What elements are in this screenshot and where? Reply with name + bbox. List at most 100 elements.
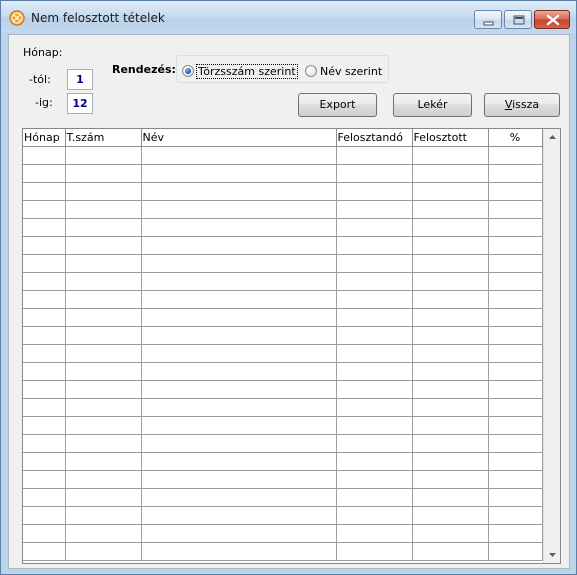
table-row[interactable] bbox=[23, 218, 543, 237]
table-cell bbox=[23, 290, 66, 309]
table-cell bbox=[23, 362, 66, 381]
table-cell bbox=[336, 524, 413, 543]
table-row[interactable] bbox=[23, 434, 543, 453]
table-cell bbox=[141, 398, 337, 417]
table-cell bbox=[23, 524, 66, 543]
table-cell bbox=[412, 146, 489, 165]
table-row[interactable] bbox=[23, 470, 543, 489]
scroll-down-icon[interactable] bbox=[544, 546, 561, 563]
table-row[interactable] bbox=[23, 326, 543, 345]
table-cell bbox=[336, 470, 413, 489]
close-button[interactable] bbox=[534, 10, 570, 29]
table-cell bbox=[65, 488, 142, 507]
vissza-button[interactable]: Vissza bbox=[484, 93, 560, 117]
table-cell bbox=[65, 146, 142, 165]
table-cell bbox=[412, 524, 489, 543]
minimize-button[interactable] bbox=[474, 10, 502, 29]
from-label: -tól: bbox=[29, 73, 51, 86]
table-cell bbox=[65, 200, 142, 219]
table-cell bbox=[412, 434, 489, 453]
title-bar[interactable]: Nem felosztott tételek bbox=[1, 1, 576, 33]
table-row[interactable] bbox=[23, 290, 543, 309]
table-cell bbox=[336, 272, 413, 291]
results-table[interactable]: Hónap T.szám Név Felosztandó Felosztott … bbox=[22, 128, 561, 564]
to-label: -ig: bbox=[35, 96, 53, 109]
from-month-input[interactable]: 1 bbox=[67, 69, 93, 90]
table-cell bbox=[141, 416, 337, 435]
table-cell bbox=[65, 272, 142, 291]
table-cell bbox=[23, 308, 66, 327]
table-cell bbox=[65, 308, 142, 327]
table-row[interactable] bbox=[23, 272, 543, 291]
table-row[interactable] bbox=[23, 344, 543, 363]
table-row[interactable] bbox=[23, 308, 543, 327]
table-cell bbox=[488, 254, 543, 273]
leker-button[interactable]: Lekér bbox=[393, 93, 472, 117]
table-cell bbox=[336, 164, 413, 183]
table-row[interactable] bbox=[23, 398, 543, 417]
table-cell bbox=[23, 146, 66, 165]
table-row[interactable] bbox=[23, 200, 543, 219]
table-cell bbox=[23, 452, 66, 471]
sort-by-id-radio[interactable]: Törzsszám szerint bbox=[182, 63, 298, 79]
table-cell bbox=[23, 326, 66, 345]
table-row[interactable] bbox=[23, 542, 543, 561]
table-cell bbox=[23, 470, 66, 489]
table-cell bbox=[141, 524, 337, 543]
sort-by-name-radio[interactable]: Név szerint bbox=[305, 63, 382, 79]
column-header-nev[interactable]: Név bbox=[141, 129, 337, 147]
table-cell bbox=[412, 362, 489, 381]
table-cell bbox=[65, 362, 142, 381]
table-body bbox=[23, 146, 543, 561]
table-cell bbox=[412, 272, 489, 291]
table-row[interactable] bbox=[23, 416, 543, 435]
table-row[interactable] bbox=[23, 164, 543, 183]
table-cell bbox=[412, 344, 489, 363]
table-row[interactable] bbox=[23, 182, 543, 201]
radio-unselected-icon bbox=[305, 65, 317, 77]
table-cell bbox=[412, 200, 489, 219]
table-cell bbox=[141, 218, 337, 237]
maximize-icon bbox=[513, 15, 525, 25]
table-cell bbox=[336, 344, 413, 363]
table-cell bbox=[336, 542, 413, 561]
table-row[interactable] bbox=[23, 146, 543, 165]
table-cell bbox=[412, 218, 489, 237]
to-month-input[interactable]: 12 bbox=[67, 93, 93, 114]
table-row[interactable] bbox=[23, 254, 543, 273]
table-cell bbox=[141, 146, 337, 165]
table-row[interactable] bbox=[23, 380, 543, 399]
table-cell bbox=[65, 470, 142, 489]
table-cell bbox=[23, 254, 66, 273]
table-cell bbox=[65, 164, 142, 183]
table-cell bbox=[65, 344, 142, 363]
table-cell bbox=[141, 272, 337, 291]
table-cell bbox=[23, 380, 66, 399]
table-row[interactable] bbox=[23, 488, 543, 507]
table-cell bbox=[23, 164, 66, 183]
table-cell bbox=[488, 290, 543, 309]
table-cell bbox=[412, 506, 489, 525]
column-header-felosztott[interactable]: Felosztott bbox=[412, 129, 489, 147]
column-header-felosztando[interactable]: Felosztandó bbox=[336, 129, 413, 147]
column-header-percent[interactable]: % bbox=[488, 129, 543, 147]
table-cell bbox=[65, 398, 142, 417]
table-cell bbox=[65, 434, 142, 453]
table-cell bbox=[488, 200, 543, 219]
radio-selected-icon bbox=[182, 65, 194, 77]
column-header-tszam[interactable]: T.szám bbox=[65, 129, 142, 147]
column-header-honap[interactable]: Hónap bbox=[23, 129, 66, 147]
table-row[interactable] bbox=[23, 236, 543, 255]
table-row[interactable] bbox=[23, 452, 543, 471]
table-row[interactable] bbox=[23, 362, 543, 381]
table-cell bbox=[23, 542, 66, 561]
maximize-button[interactable] bbox=[504, 10, 532, 29]
table-cell bbox=[336, 182, 413, 201]
table-cell bbox=[65, 254, 142, 273]
table-row[interactable] bbox=[23, 524, 543, 543]
table-row[interactable] bbox=[23, 506, 543, 525]
export-button[interactable]: Export bbox=[298, 93, 377, 117]
vertical-scrollbar[interactable] bbox=[543, 129, 560, 563]
scroll-up-icon[interactable] bbox=[544, 129, 561, 146]
app-logo-icon[interactable] bbox=[9, 10, 25, 26]
